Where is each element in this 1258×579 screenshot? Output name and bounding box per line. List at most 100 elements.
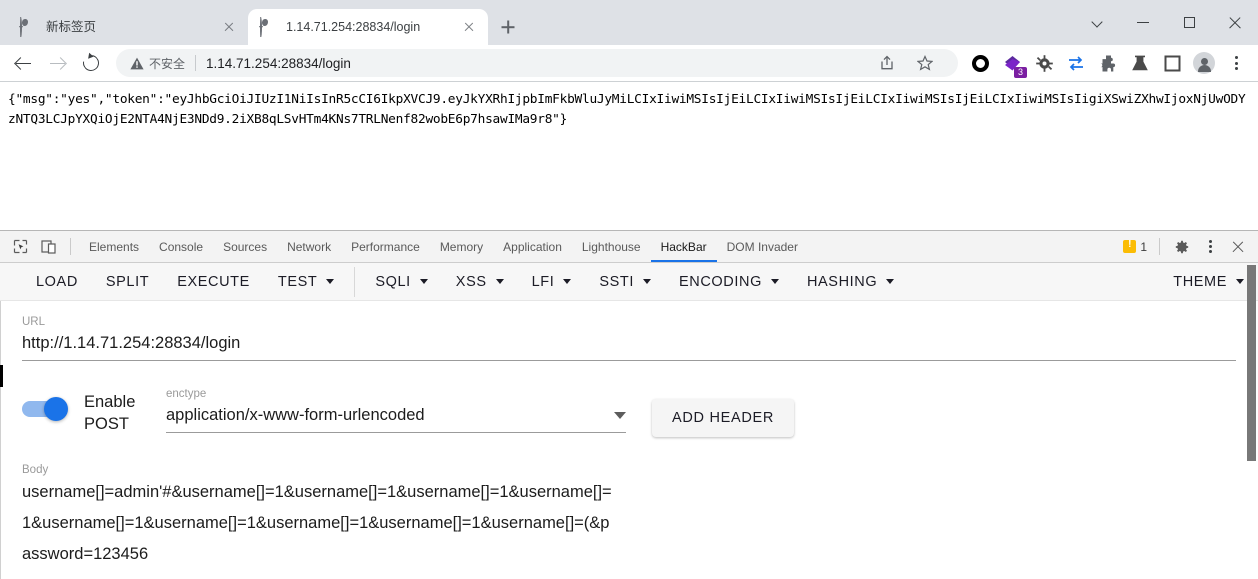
hackbar-execute-button[interactable]: EXECUTE (163, 263, 264, 301)
purple-diamond-extension-icon[interactable]: 3 (998, 49, 1027, 78)
kebab-menu-icon (1228, 55, 1244, 71)
tab-title: 1.14.71.254:28834/login (286, 19, 421, 34)
post-settings-row: Enable POST enctype application/x-www-fo… (22, 387, 1236, 437)
close-icon[interactable] (460, 18, 478, 36)
hackbar-hashing-menu[interactable]: HASHING (793, 263, 908, 301)
button-label: HASHING (806, 273, 878, 290)
devtools-more-button[interactable] (1197, 234, 1223, 260)
devtools-settings-button[interactable] (1169, 234, 1195, 260)
hackbar-ssti-menu[interactable]: SSTI (585, 263, 665, 301)
devtools-tab-memory[interactable]: Memory (430, 232, 493, 262)
inspect-cursor-icon (13, 239, 27, 254)
hackbar-xss-menu[interactable]: XSS (442, 263, 518, 301)
enctype-select[interactable]: application/x-www-form-urlencoded (166, 401, 626, 428)
flask-icon (1132, 55, 1148, 70)
gear-icon (1175, 240, 1189, 253)
devtools-close-button[interactable] (1225, 234, 1251, 260)
back-button[interactable] (8, 48, 38, 78)
close-icon[interactable] (220, 18, 238, 36)
chevron-down-icon (495, 279, 504, 284)
address-bar-actions (860, 48, 944, 78)
profile-button[interactable] (1190, 49, 1218, 77)
bug-extension-icon[interactable] (1030, 49, 1058, 77)
forward-button[interactable] (42, 48, 72, 78)
chevron-down-icon (563, 279, 572, 284)
not-secure-warning-icon (130, 57, 144, 70)
browser-menu-button[interactable] (1222, 49, 1250, 77)
tab-search-button[interactable] (1074, 0, 1120, 45)
flask-extension-icon[interactable] (1126, 49, 1154, 77)
warning-icon (1123, 239, 1137, 253)
hackbar-encoding-menu[interactable]: ENCODING (665, 263, 793, 301)
url-field-label: URL (22, 316, 46, 328)
back-arrow-icon (15, 55, 32, 72)
reload-button[interactable] (76, 48, 106, 78)
hackbar-scrollbar[interactable] (1246, 263, 1257, 579)
body-textarea[interactable]: username[]=admin'#&username[]=1&username… (22, 477, 614, 570)
close-window-button[interactable] (1212, 0, 1258, 45)
devtools-tab-lighthouse[interactable]: Lighthouse (572, 232, 651, 262)
browser-tab-new-tab-page[interactable]: 新标签页 (8, 9, 248, 45)
minimize-icon (1137, 21, 1149, 24)
hackbar-test-menu[interactable]: TEST (264, 263, 348, 301)
devtools-tab-hackbar[interactable]: HackBar (650, 232, 717, 262)
hackbar-toolbar: LOAD SPLIT EXECUTE TEST SQLI XSS LFI SST… (0, 263, 1258, 301)
button-label: ENCODING (679, 273, 762, 290)
browser-tab-login-page[interactable]: 1.14.71.254:28834/login (248, 9, 488, 45)
devtools-tab-elements[interactable]: Elements (79, 232, 149, 262)
devtools-tab-dom-invader[interactable]: DOM Invader (717, 232, 808, 262)
globe-icon (260, 17, 277, 37)
hackbar-split-button[interactable]: SPLIT (92, 263, 163, 301)
url-input[interactable]: http://1.14.71.254:28834/login (22, 329, 1236, 356)
device-toolbar-icon (40, 240, 56, 254)
hackbar-theme-menu[interactable]: THEME (1159, 263, 1258, 301)
hackbar-form: URL http://1.14.71.254:28834/login Enabl… (0, 301, 1258, 570)
devtools-panel: Elements Console Sources Network Perform… (0, 230, 1258, 579)
json-response-text: {"msg":"yes","token":"eyJhbGciOiJIUzI1Ni… (8, 92, 1246, 127)
new-tab-button[interactable] (494, 13, 522, 41)
chevron-down-icon (770, 279, 779, 284)
device-toolbar-button[interactable] (35, 234, 61, 260)
chevron-down-icon (614, 412, 626, 419)
hackbar-load-button[interactable]: LOAD (22, 263, 92, 301)
add-header-button[interactable]: ADD HEADER (652, 399, 795, 437)
scrollbar-thumb[interactable] (1247, 265, 1256, 461)
swap-arrows-extension-icon[interactable] (1062, 49, 1090, 77)
hackbar-lfi-menu[interactable]: LFI (518, 263, 586, 301)
address-bar[interactable]: 不安全 1.14.71.254:28834/login (116, 49, 958, 77)
divider (354, 266, 356, 297)
maximize-button[interactable] (1166, 0, 1212, 45)
warning-count-button[interactable]: 1 (1119, 239, 1151, 254)
enctype-selected-value: application/x-www-form-urlencoded (166, 406, 425, 424)
devtools-tab-network[interactable]: Network (277, 232, 341, 262)
devtools-tab-bar-actions: 1 (1119, 234, 1254, 260)
security-status-label: 不安全 (149, 56, 186, 71)
button-label: ADD HEADER (672, 410, 775, 426)
hackbar-sqli-menu[interactable]: SQLI (361, 263, 441, 301)
kebab-menu-icon (1202, 239, 1218, 255)
devtools-tab-application[interactable]: Application (493, 232, 572, 262)
devtools-tab-performance[interactable]: Performance (341, 232, 430, 262)
field-underline (166, 432, 626, 433)
bookmark-button[interactable] (910, 48, 940, 78)
devtools-tab-sources[interactable]: Sources (213, 232, 277, 262)
enctype-field-group: enctype application/x-www-form-urlencode… (166, 387, 626, 433)
warning-count-label: 1 (1140, 239, 1147, 254)
minimize-button[interactable] (1120, 0, 1166, 45)
divider (70, 238, 71, 255)
button-label: THEME (1173, 273, 1227, 290)
resize-handle[interactable] (0, 365, 3, 387)
puzzle-extension-icon[interactable] (1094, 49, 1122, 77)
reload-icon (79, 51, 103, 75)
enable-post-label: Enable POST (84, 393, 136, 433)
enable-post-toggle[interactable] (22, 395, 74, 423)
ring-extension-icon[interactable] (966, 49, 994, 77)
devtools-tab-console[interactable]: Console (149, 232, 213, 262)
toggle-knob (44, 397, 68, 421)
star-icon (917, 55, 933, 71)
inspect-element-button[interactable] (7, 234, 33, 260)
share-button[interactable] (872, 48, 902, 78)
button-label: SSTI (599, 273, 635, 290)
button-label: SQLI (375, 273, 411, 290)
square-extension-icon[interactable] (1158, 49, 1186, 77)
